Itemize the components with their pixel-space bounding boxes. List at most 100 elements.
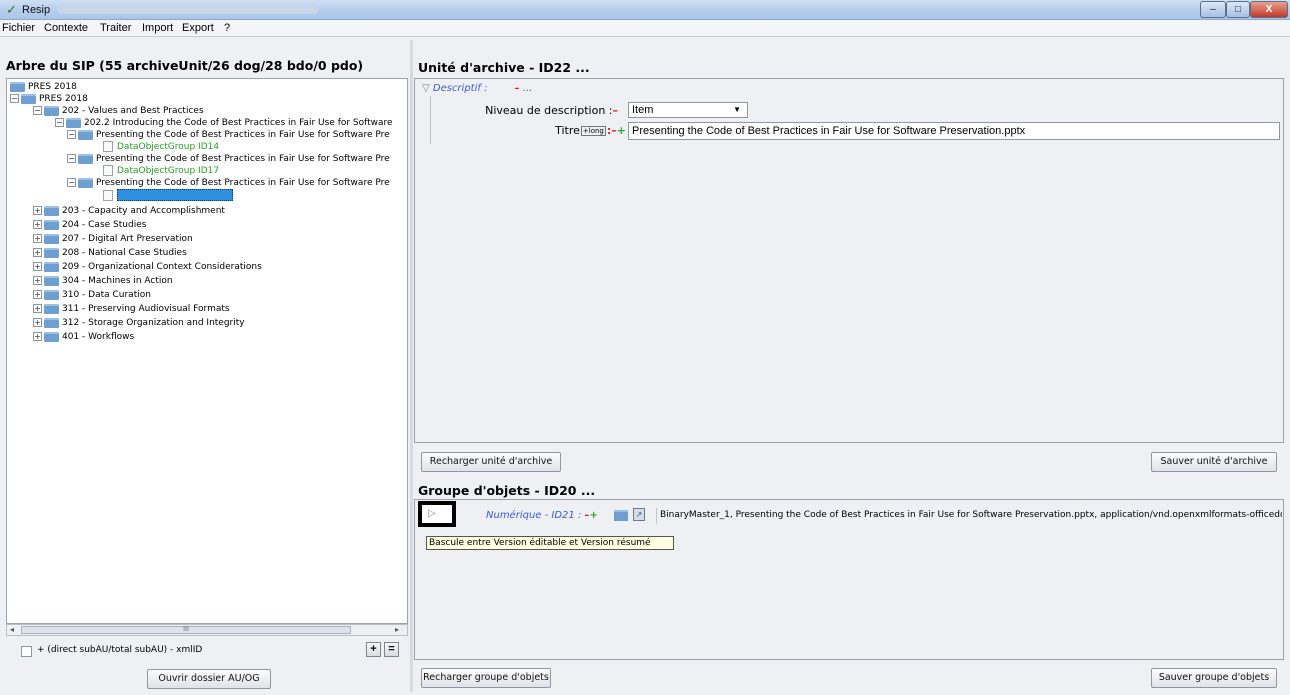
- folder-icon: [44, 303, 59, 314]
- menu-bar: Fichier Contexte Traiter Import Export ?: [0, 20, 1290, 37]
- menu-fichier[interactable]: Fichier: [2, 22, 35, 34]
- descriptif-section-header[interactable]: ▽ Descriptif : – ...: [422, 83, 532, 94]
- expand-icon[interactable]: +: [33, 220, 42, 229]
- tree-node[interactable]: − Presenting the Code of Best Practices i…: [67, 153, 390, 165]
- binary-file-icon[interactable]: ↗: [633, 508, 645, 521]
- expand-icon[interactable]: +: [33, 262, 42, 271]
- expand-icon[interactable]: +: [33, 234, 42, 243]
- subau-count-checkbox[interactable]: [21, 646, 32, 657]
- folder-icon: [44, 219, 59, 230]
- expand-icon[interactable]: +: [33, 318, 42, 327]
- expand-arrow-icon: ▷: [428, 508, 436, 519]
- open-folder-icon[interactable]: [614, 510, 628, 521]
- tree-node[interactable]: − Presenting the Code of Best Practices i…: [67, 129, 390, 141]
- tree-node[interactable]: +209 - Organizational Context Considerat…: [33, 261, 262, 273]
- titre-label: Titre +long:–+: [555, 124, 626, 137]
- tree-node[interactable]: +311 - Preserving Audiovisual Formats: [33, 303, 230, 315]
- folder-icon: [78, 129, 93, 140]
- reload-object-group-button[interactable]: Recharger groupe d'objets: [421, 668, 551, 688]
- tree-node[interactable]: +208 - National Case Studies: [33, 247, 187, 259]
- blurred-path: [58, 5, 318, 14]
- expand-all-button[interactable]: +: [366, 642, 381, 657]
- expand-icon[interactable]: +: [33, 206, 42, 215]
- tree-node[interactable]: − Presenting the Code of Best Practices i…: [67, 177, 390, 189]
- window-title: Resip: [22, 4, 51, 16]
- selection-highlight: [117, 189, 233, 201]
- folder-icon: [44, 289, 59, 300]
- collapse-icon[interactable]: −: [67, 178, 76, 187]
- tree-node-dog[interactable]: DataObjectGroup ID14: [103, 141, 219, 153]
- close-button[interactable]: X: [1250, 1, 1288, 18]
- tree-node-root[interactable]: PRES 2018: [10, 81, 77, 93]
- expand-icon[interactable]: +: [33, 290, 42, 299]
- menu-export[interactable]: Export: [182, 22, 214, 34]
- section-guide-line: [430, 96, 431, 144]
- scroll-left-icon[interactable]: ◂: [10, 625, 14, 634]
- remove-icon[interactable]: –: [613, 104, 619, 117]
- toggle-tooltip: Bascule entre Version éditable et Versio…: [426, 536, 674, 550]
- dropdown-arrow-icon: ▼: [733, 105, 741, 114]
- numerique-label: Numérique - ID21 : –+: [486, 510, 598, 521]
- add-icon[interactable]: +: [590, 510, 598, 521]
- tree-horizontal-scrollbar[interactable]: ◂ III ▸: [6, 624, 408, 636]
- folder-icon: [44, 205, 59, 216]
- document-icon: [103, 189, 113, 201]
- expand-icon[interactable]: +: [33, 304, 42, 313]
- collapse-icon[interactable]: −: [67, 130, 76, 139]
- toggle-view-button[interactable]: ▷: [418, 501, 456, 527]
- more-icon[interactable]: ...: [523, 83, 533, 94]
- folder-icon: [21, 93, 36, 104]
- document-icon: [103, 165, 113, 176]
- menu-help[interactable]: ?: [224, 22, 230, 34]
- title-bar: ✓ Resip – □ X: [0, 0, 1290, 20]
- folder-icon: [44, 331, 59, 342]
- folder-icon: [44, 105, 59, 116]
- minimize-button[interactable]: –: [1200, 1, 1226, 18]
- scroll-thumb[interactable]: III: [21, 626, 351, 634]
- reload-archive-unit-button[interactable]: Recharger unité d'archive: [421, 452, 561, 472]
- collapse-icon[interactable]: −: [67, 154, 76, 163]
- collapse-icon[interactable]: −: [10, 94, 19, 103]
- open-folder-button[interactable]: Ouvrir dossier AU/OG: [147, 669, 271, 689]
- expand-icon[interactable]: +: [33, 276, 42, 285]
- archive-unit-title: Unité d'archive - ID22 ...: [418, 60, 590, 75]
- menu-traiter[interactable]: Traiter: [100, 22, 131, 34]
- object-group-title: Groupe d'objets - ID20 ...: [418, 483, 596, 498]
- expand-icon[interactable]: +: [33, 332, 42, 341]
- tree-node[interactable]: +310 - Data Curation: [33, 289, 151, 301]
- collapse-icon[interactable]: −: [55, 118, 64, 127]
- menu-import[interactable]: Import: [142, 22, 173, 34]
- save-object-group-button[interactable]: Sauver groupe d'objets: [1151, 668, 1277, 688]
- save-archive-unit-button[interactable]: Sauver unité d'archive: [1151, 452, 1277, 472]
- tree-node-selected[interactable]: [103, 189, 233, 201]
- tree-node[interactable]: +204 - Case Studies: [33, 219, 146, 231]
- tree-node[interactable]: +304 - Machines in Action: [33, 275, 173, 287]
- tree-node[interactable]: +207 - Digital Art Preservation: [33, 233, 193, 245]
- tree-node[interactable]: +203 - Capacity and Accomplishment: [33, 205, 225, 217]
- maximize-button[interactable]: □: [1226, 1, 1250, 18]
- subau-count-label: + (direct subAU/total subAU) - xmlID: [37, 645, 203, 655]
- menu-contexte[interactable]: Contexte: [44, 22, 88, 34]
- tree-node[interactable]: +401 - Workflows: [33, 331, 134, 343]
- folder-icon: [10, 81, 25, 92]
- tree-node[interactable]: − PRES 2018: [10, 93, 88, 105]
- scroll-right-icon[interactable]: ▸: [395, 625, 399, 634]
- tree-node[interactable]: +312 - Storage Organization and Integrit…: [33, 317, 245, 329]
- tree-node[interactable]: −202.2 Introducing the Code of Best Prac…: [55, 117, 393, 129]
- expand-icon[interactable]: +: [33, 248, 42, 257]
- collapse-icon[interactable]: −: [33, 106, 42, 115]
- tree-node[interactable]: −202 - Values and Best Practices: [33, 105, 204, 117]
- tree-node-dog[interactable]: DataObjectGroup ID17: [103, 165, 219, 177]
- app-icon: ✓: [6, 2, 17, 17]
- binary-object-summary: BinaryMaster_1, Presenting the Code of B…: [656, 508, 1282, 524]
- add-icon[interactable]: +: [617, 124, 626, 137]
- remove-icon[interactable]: :–: [607, 124, 617, 137]
- niveau-description-select[interactable]: Item ▼: [628, 102, 748, 118]
- collapse-all-button[interactable]: =: [384, 642, 399, 657]
- chevron-down-icon[interactable]: ▽: [422, 83, 433, 94]
- titre-field[interactable]: Presenting the Code of Best Practices in…: [628, 122, 1280, 140]
- long-toggle[interactable]: +long: [580, 126, 606, 136]
- remove-icon[interactable]: –: [515, 83, 520, 94]
- sip-tree[interactable]: PRES 2018 − PRES 2018 −202 - Values and B…: [6, 78, 408, 624]
- split-divider[interactable]: [410, 40, 413, 692]
